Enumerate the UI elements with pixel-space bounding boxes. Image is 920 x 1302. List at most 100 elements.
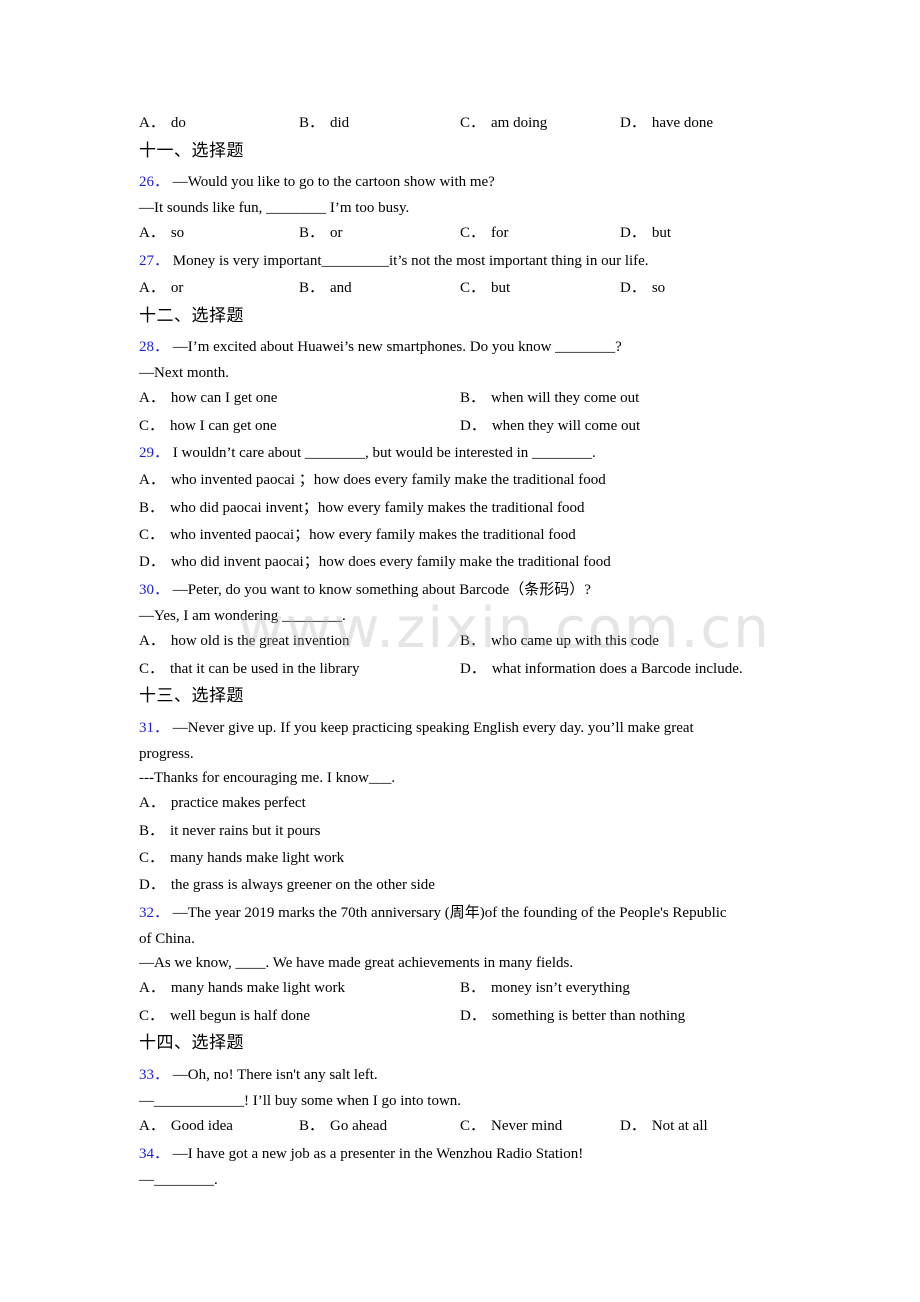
option-b: B． Go ahead [299,1117,387,1135]
question-number: 26． [139,174,170,190]
option-a: A． do [139,114,186,132]
option-a: A． how can I get one [139,389,277,407]
option-text: practice makes perfect [170,795,306,811]
option-b: B． or [299,224,343,242]
option-label: A． [139,1118,165,1134]
question-number: 27． [139,253,170,269]
option-a: A． how old is the great invention [139,632,350,650]
option-a: A． or [139,279,183,297]
option-d: D． the grass is always greener on the oth… [139,876,435,894]
question-27: 27． Money is very important_________it’s… [139,252,649,270]
option-text: money isn’t everything [491,980,630,996]
option-d: D． have done [620,114,713,132]
option-d: D． Not at all [620,1117,708,1135]
option-label: C． [139,527,165,543]
question-number: 31． [139,720,170,736]
option-b: B． it never rains but it pours [139,822,320,840]
question-text: Money is very important_________it’s not… [172,253,649,269]
question-text: I wouldn’t care about ________, but woul… [172,445,596,461]
option-label: B． [299,225,325,241]
option-text: what information does a Barcode include. [491,661,743,677]
option-label: A． [139,225,165,241]
option-label: C． [139,661,165,677]
option-text: have done [651,115,714,131]
question-text: —The year 2019 marks the 70th anniversar… [172,905,727,921]
question-text: —As we know, ____. We have made great ac… [139,955,574,971]
section-heading: 十三、选择题 [139,686,244,706]
question-text: —It sounds like fun, ________ I’m too bu… [139,200,410,216]
option-a: A． Good idea [139,1117,233,1135]
question-33: 33． —Oh, no! There isn't any salt left. [139,1066,378,1084]
question-text: —Next month. [139,365,229,381]
option-label: D． [620,115,646,131]
option-b: B． who did paocai invent；how every family… [139,499,585,517]
question-number: 29． [139,445,170,461]
question-text: —Oh, no! There isn't any salt left. [172,1067,378,1083]
option-label: C． [139,850,165,866]
option-d: D． something is better than nothing [460,1007,685,1025]
watermark: www.zixin.com.cn [238,596,771,661]
option-c: C． how I can get one [139,417,277,435]
option-label: C． [460,115,486,131]
question-number: 34． [139,1146,170,1162]
section-heading: 十一、选择题 [139,141,244,161]
section-heading: 十二、选择题 [139,306,244,326]
question-text: —________. [139,1172,218,1188]
option-text: who did invent paocai；how does every fam… [170,554,611,570]
option-label: D． [139,877,165,893]
question-34: 34． —I have got a new job as a presenter… [139,1145,583,1163]
option-label: A． [139,115,165,131]
option-c: C． for [460,224,509,242]
question-32: 32． —The year 2019 marks the 70th annive… [139,904,727,922]
option-label: A． [139,795,165,811]
option-text: many hands make light work [170,850,345,866]
option-label: B． [139,500,165,516]
question-text: —Yes, I am wondering ________. [139,608,346,624]
option-label: D． [620,1118,646,1134]
option-text: but [651,225,672,241]
option-label: C． [460,280,486,296]
option-text: it never rains but it pours [170,823,321,839]
option-d: D． what information does a Barcode includ… [460,660,743,678]
question-29: 29． I wouldn’t care about ________, but … [139,444,596,462]
option-label: D． [460,418,486,434]
option-c: C． who invented paocai；how every family m… [139,526,576,544]
option-text: who invented paocai ；how does every fami… [170,472,606,488]
option-label: D． [460,661,486,677]
option-text: how I can get one [170,418,277,434]
option-b: B． money isn’t everything [460,979,630,997]
option-text: who came up with this code [491,633,659,649]
option-text: when they will come out [491,418,641,434]
option-c: C． am doing [460,114,547,132]
option-text: how can I get one [170,390,278,406]
option-label: A． [139,390,165,406]
question-text: —Would you like to go to the cartoon sho… [172,174,495,190]
option-label: C． [460,1118,486,1134]
option-label: D． [620,280,646,296]
option-label: D． [139,554,165,570]
option-a: A． who invented paocai ；how does every fa… [139,471,606,489]
question-number: 32． [139,905,170,921]
option-label: B． [460,633,486,649]
option-text: but [491,280,511,296]
option-label: B． [460,980,486,996]
question-26: 26． —Would you like to go to the cartoon… [139,173,495,191]
question-number: 28． [139,339,170,355]
option-a: A． practice makes perfect [139,794,306,812]
option-text: Good idea [170,1118,233,1134]
option-label: B． [299,1118,325,1134]
question-28: 28． —I’m excited about Huawei’s new smar… [139,338,622,356]
option-label: D． [620,225,646,241]
section-heading: 十四、选择题 [139,1033,244,1053]
question-text: progress. [139,746,194,762]
option-d: D． when they will come out [460,417,640,435]
question-30: 30． —Peter, do you want to know somethin… [139,581,591,599]
option-d: D． so [620,279,665,297]
option-text: did [330,115,350,131]
option-label: A． [139,633,165,649]
option-a: A． many hands make light work [139,979,345,997]
question-text: —I have got a new job as a presenter in … [172,1146,584,1162]
option-text: do [170,115,186,131]
question-text: —Never give up. If you keep practicing s… [172,720,694,736]
option-label: C． [139,1008,165,1024]
